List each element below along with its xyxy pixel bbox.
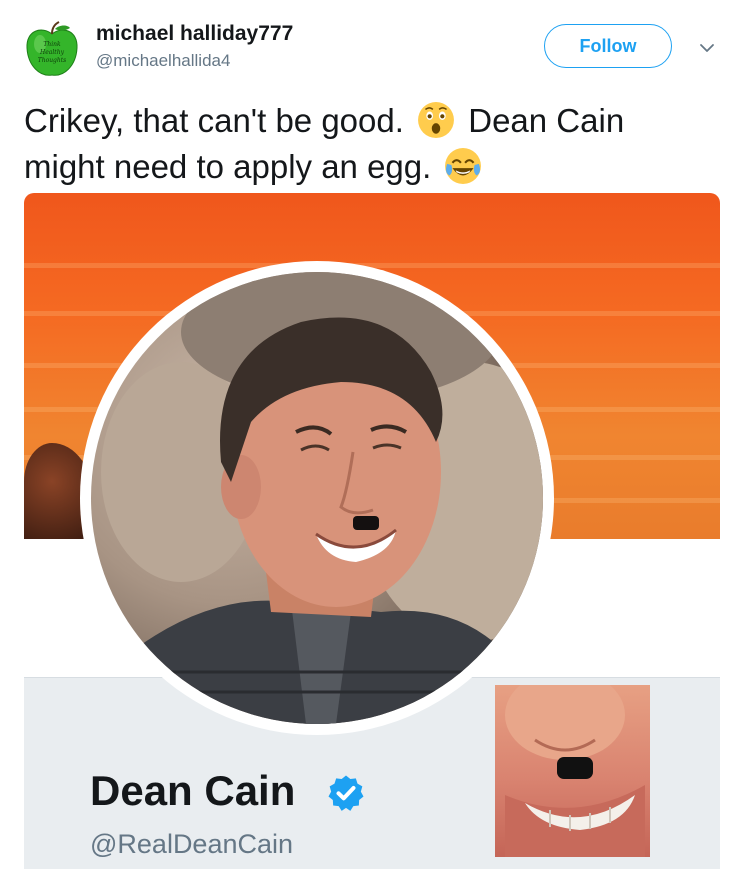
author-handle[interactable]: @michaelhallida4	[96, 51, 230, 71]
svg-text:Think: Think	[43, 41, 61, 48]
svg-text:Thoughts: Thoughts	[38, 57, 67, 64]
svg-text:Healthy: Healthy	[39, 49, 65, 56]
author-avatar[interactable]: Think Healthy Thoughts	[22, 20, 82, 80]
face-with-tears-of-joy-emoji	[445, 148, 482, 184]
tweet-text: Crikey, that can't be good. Dean Cain mi…	[24, 98, 704, 190]
author-name[interactable]: michael halliday777	[96, 22, 293, 46]
tweet-text-part1: Crikey, that can't be good.	[24, 102, 404, 139]
chevron-down-icon[interactable]	[697, 38, 717, 58]
profile-display-name: Dean Cain	[90, 767, 296, 814]
person-photo-illustration	[101, 272, 543, 724]
follow-button[interactable]: Follow	[544, 24, 672, 68]
profile-handle: @RealDeanCain	[90, 829, 294, 859]
zoomed-face-illustration	[505, 685, 645, 857]
zoomed-moustache-inset	[495, 685, 650, 857]
verified-badge-icon	[328, 775, 364, 811]
tweet-card: Think Healthy Thoughts michael halliday7…	[0, 0, 750, 869]
astonished-face-emoji	[418, 102, 455, 138]
green-apple-icon: Think Healthy Thoughts	[26, 21, 78, 76]
embedded-image[interactable]: Dean Cain @RealDeanCain	[24, 193, 720, 869]
profile-photo	[80, 261, 554, 735]
